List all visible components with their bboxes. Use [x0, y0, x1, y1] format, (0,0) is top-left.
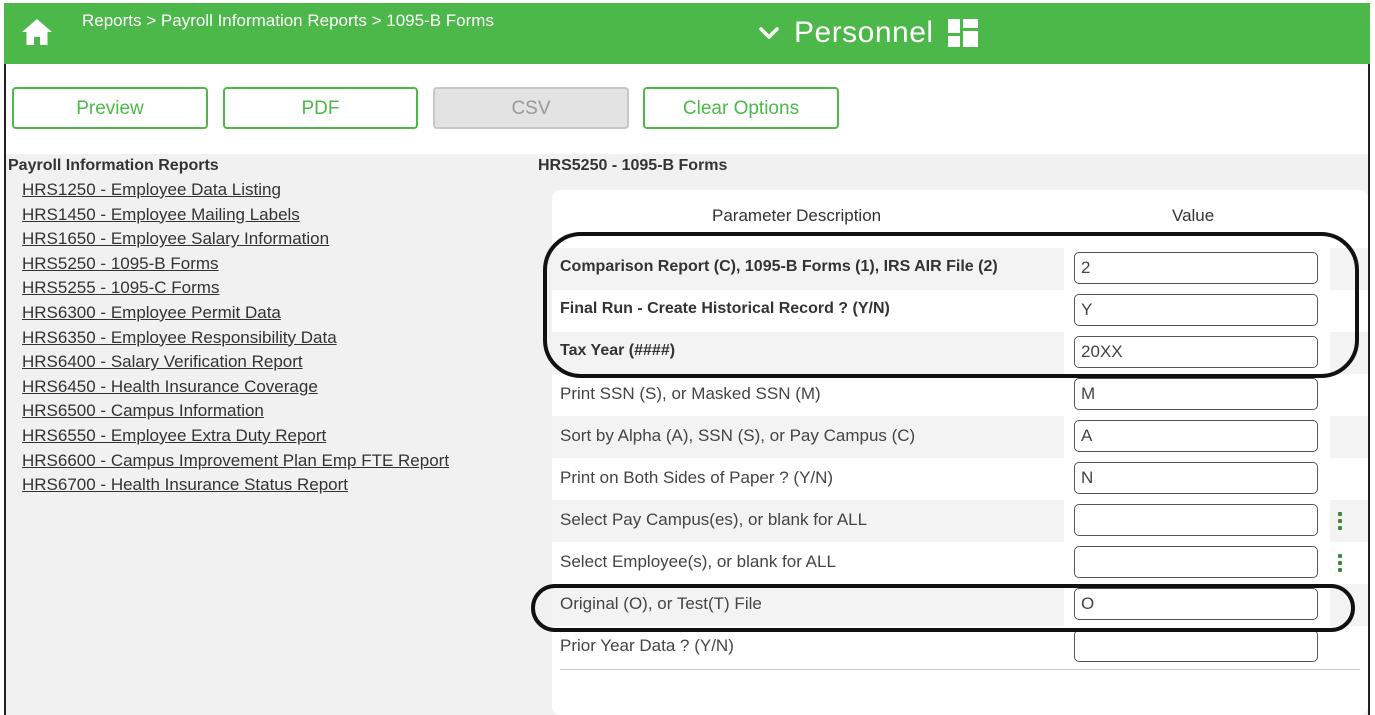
param-row: Sort by Alpha (A), SSN (S), or Pay Campu…	[552, 416, 1368, 458]
parameters-panel: HRS5250 - 1095-B Forms Parameter Descrip…	[524, 154, 1368, 715]
report-title: HRS5250 - 1095-B Forms	[538, 157, 728, 174]
report-link[interactable]: HRS6550 - Employee Extra Duty Report	[22, 424, 449, 449]
more-options-icon[interactable]	[1338, 554, 1344, 574]
column-header-description: Parameter Description	[712, 206, 882, 225]
chevron-down-icon[interactable]	[758, 25, 780, 41]
breadcrumb[interactable]: Reports > Payroll Information Reports > …	[82, 10, 542, 32]
param-row: Tax Year (####)	[552, 332, 1368, 374]
module-selector[interactable]: Personnel	[758, 15, 978, 51]
param-row: Prior Year Data ? (Y/N)	[552, 626, 1368, 668]
param-row: Original (O), or Test(T) File	[552, 584, 1368, 626]
report-link[interactable]: HRS6700 - Health Insurance Status Report	[22, 473, 449, 498]
report-link[interactable]: HRS5255 - 1095-C Forms	[22, 276, 449, 301]
param-label: Tax Year (####)	[560, 342, 676, 359]
preview-button[interactable]: Preview	[12, 87, 208, 129]
param-label: Select Employee(s), or blank for ALL	[560, 552, 836, 571]
grid-icon[interactable]	[947, 19, 978, 47]
report-link[interactable]: HRS6400 - Salary Verification Report	[22, 350, 449, 375]
param-label: Original (O), or Test(T) File	[560, 594, 762, 613]
param-label: Print on Both Sides of Paper ? (Y/N)	[560, 468, 834, 487]
report-link[interactable]: HRS1450 - Employee Mailing Labels	[22, 203, 449, 228]
report-link[interactable]: HRS5250 - 1095-B Forms	[22, 252, 449, 277]
param-value-input[interactable]	[1074, 420, 1318, 452]
param-value-input[interactable]	[1074, 294, 1318, 326]
clear-options-button[interactable]: Clear Options	[643, 87, 839, 129]
param-label: Sort by Alpha (A), SSN (S), or Pay Campu…	[560, 426, 916, 445]
param-value-input[interactable]	[1074, 252, 1318, 284]
param-label: Print SSN (S), or Masked SSN (M)	[560, 384, 821, 403]
more-options-icon[interactable]	[1338, 512, 1344, 532]
param-row: Select Pay Campus(es), or blank for ALL	[552, 500, 1368, 542]
module-title[interactable]: Personnel	[794, 16, 934, 50]
param-value-input[interactable]	[1074, 462, 1318, 494]
report-link[interactable]: HRS1250 - Employee Data Listing	[22, 178, 449, 203]
report-list: HRS1250 - Employee Data Listing HRS1450 …	[22, 178, 449, 498]
report-link[interactable]: HRS6300 - Employee Permit Data	[22, 301, 449, 326]
report-link[interactable]: HRS6600 - Campus Improvement Plan Emp FT…	[22, 449, 449, 474]
table-divider	[560, 669, 1360, 670]
home-icon[interactable]	[20, 17, 54, 47]
report-link[interactable]: HRS6500 - Campus Information	[22, 399, 449, 424]
report-link[interactable]: HRS1650 - Employee Salary Information	[22, 227, 449, 252]
param-row: Select Employee(s), or blank for ALL	[552, 542, 1368, 584]
param-value-input[interactable]	[1074, 630, 1318, 662]
param-value-input[interactable]	[1074, 336, 1318, 368]
param-value-input[interactable]	[1074, 378, 1318, 410]
param-label: Prior Year Data ? (Y/N)	[560, 636, 734, 655]
param-label: Final Run - Create Historical Record ? (…	[560, 300, 890, 317]
param-value-input[interactable]	[1074, 546, 1318, 578]
param-row: Comparison Report (C), 1095-B Forms (1),…	[552, 248, 1368, 290]
report-link[interactable]: HRS6450 - Health Insurance Coverage	[22, 375, 449, 400]
param-label: Comparison Report (C), 1095-B Forms (1),…	[560, 258, 998, 275]
report-link[interactable]: HRS6350 - Employee Responsibility Data	[22, 326, 449, 351]
frame-right-border	[1368, 64, 1370, 715]
param-row: Print SSN (S), or Masked SSN (M)	[552, 374, 1368, 416]
column-header-value: Value	[1172, 206, 1215, 225]
panel-title: Payroll Information Reports	[8, 157, 219, 174]
param-value-input[interactable]	[1074, 504, 1318, 536]
parameter-table: Parameter Description Value Comparison R…	[552, 190, 1368, 715]
param-row: Print on Both Sides of Paper ? (Y/N)	[552, 458, 1368, 500]
app-header: Reports > Payroll Information Reports > …	[4, 3, 1370, 64]
param-row: Final Run - Create Historical Record ? (…	[552, 290, 1368, 332]
report-list-panel: Payroll Information Reports HRS1250 - Em…	[6, 154, 524, 715]
param-label: Select Pay Campus(es), or blank for ALL	[560, 510, 868, 529]
pdf-button[interactable]: PDF	[223, 87, 418, 129]
param-value-input[interactable]	[1074, 588, 1318, 620]
csv-button: CSV	[433, 87, 629, 129]
